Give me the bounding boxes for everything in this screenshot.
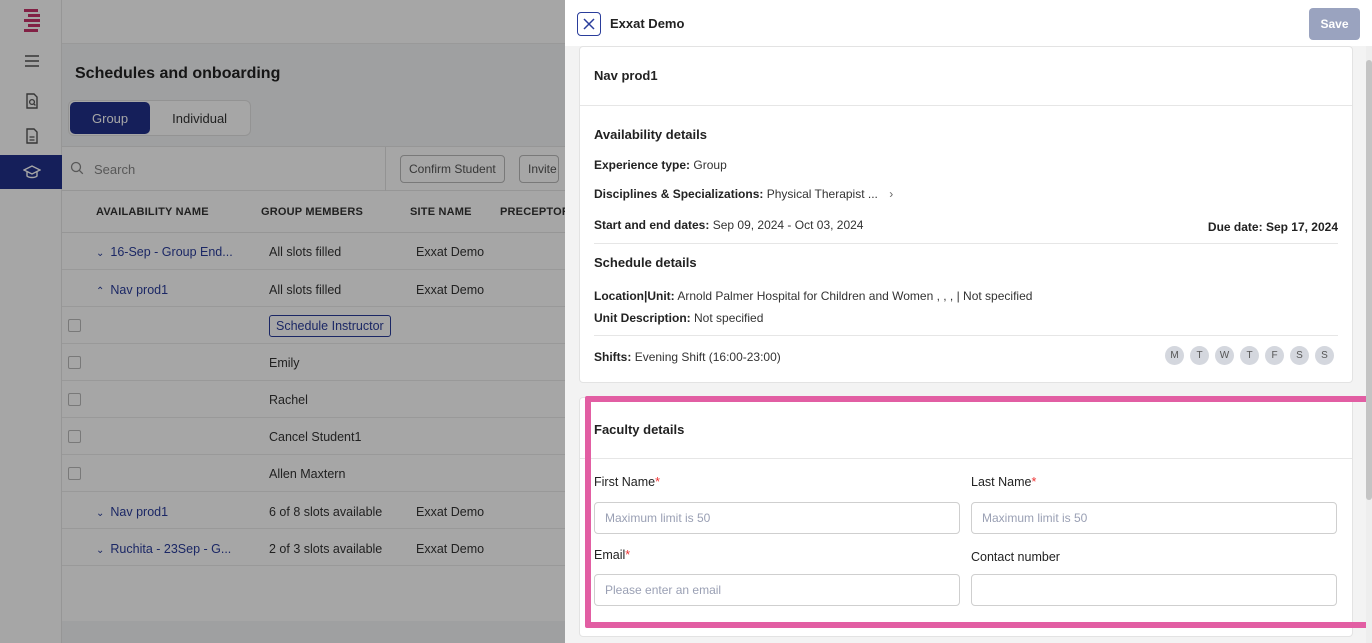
detail-drawer: Exxat Demo Save Nav prod1 Availability d… (565, 0, 1372, 643)
first-name-input[interactable] (595, 503, 959, 533)
start-end-dates: Start and end dates: Sep 09, 2024 - Oct … (594, 218, 864, 232)
day-badge: M (1165, 346, 1184, 365)
close-button[interactable] (577, 12, 601, 36)
availability-card: Nav prod1 Availability details Experienc… (579, 46, 1353, 383)
disciplines[interactable]: Disciplines & Specializations: Physical … (594, 187, 893, 201)
divider (594, 243, 1338, 244)
scrollbar-thumb[interactable] (1366, 60, 1372, 500)
app-root: Schedules and onboarding Group Individua… (0, 0, 1372, 643)
shift-days: M T W T F S S (1159, 346, 1334, 365)
divider (580, 105, 1352, 106)
close-icon (583, 18, 595, 30)
drawer-header: Exxat Demo Save (565, 0, 1372, 46)
due-date: Due date: Sep 17, 2024 (1207, 220, 1338, 234)
location-unit: Location|Unit: Arnold Palmer Hospital fo… (594, 289, 1033, 303)
save-button[interactable]: Save (1309, 8, 1360, 40)
email-label: Email* (594, 548, 631, 562)
modal-backdrop[interactable] (0, 0, 565, 643)
last-name-input[interactable] (972, 503, 1336, 533)
faculty-card: Faculty details First Name* Last Name* E… (579, 397, 1353, 637)
contact-number-input[interactable] (972, 575, 1336, 605)
faculty-details-title: Faculty details (594, 422, 685, 437)
day-badge: F (1265, 346, 1284, 365)
shifts: Shifts: Evening Shift (16:00-23:00) (594, 350, 781, 364)
first-name-label: First Name* (594, 475, 660, 489)
day-badge: T (1190, 346, 1209, 365)
schedule-details-title: Schedule details (594, 255, 697, 270)
contact-number-label: Contact number (971, 550, 1060, 564)
unit-description: Unit Description: Not specified (594, 311, 764, 325)
day-badge: S (1290, 346, 1309, 365)
contact-number-field[interactable] (971, 574, 1337, 606)
first-name-field[interactable] (594, 502, 960, 534)
day-badge: T (1240, 346, 1259, 365)
last-name-label: Last Name* (971, 475, 1037, 489)
day-badge: W (1215, 346, 1234, 365)
divider (580, 458, 1352, 459)
divider (594, 335, 1338, 336)
chevron-right-icon[interactable]: › (889, 187, 893, 201)
email-input[interactable] (595, 575, 959, 605)
day-badge: S (1315, 346, 1334, 365)
experience-type: Experience type: Group (594, 158, 727, 172)
last-name-field[interactable] (971, 502, 1337, 534)
section-title: Availability details (594, 127, 707, 142)
availability-name: Nav prod1 (594, 68, 658, 83)
drawer-title: Exxat Demo (610, 16, 685, 31)
email-field[interactable] (594, 574, 960, 606)
